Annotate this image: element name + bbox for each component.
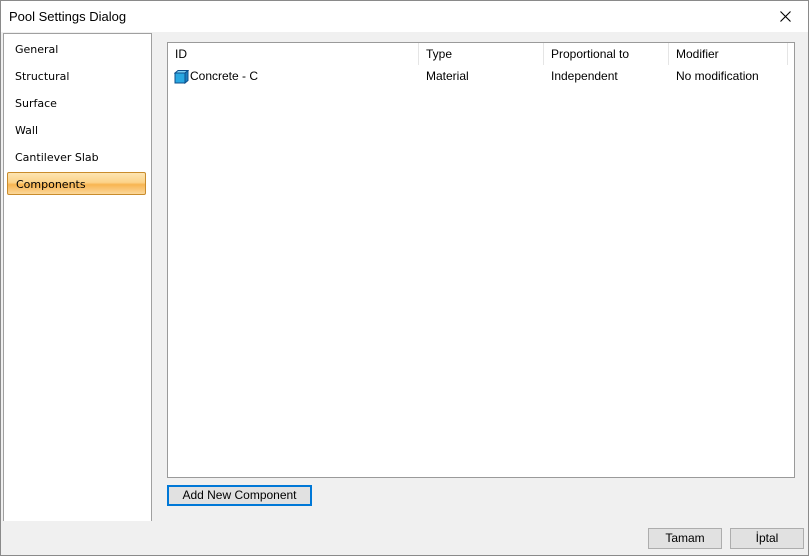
nav-item-cantilever-slab[interactable]: Cantilever Slab	[7, 146, 146, 169]
column-header-type[interactable]: Type	[419, 43, 544, 65]
components-grid[interactable]: ID Type Proportional to Modifier Concret…	[167, 42, 795, 478]
add-new-component-button[interactable]: Add New Component	[167, 485, 312, 506]
nav-item-structural[interactable]: Structural	[7, 65, 146, 88]
nav-item-surface[interactable]: Surface	[7, 92, 146, 115]
cell-type: Material	[426, 69, 469, 83]
category-list: General Structural Surface Wall Cantilev…	[3, 33, 152, 522]
close-button[interactable]	[762, 1, 808, 31]
component-id: Concrete - C	[190, 69, 259, 83]
title-bar[interactable]: Pool Settings Dialog	[1, 1, 808, 32]
nav-item-components[interactable]: Components	[7, 172, 146, 195]
window-title: Pool Settings Dialog	[9, 9, 127, 24]
ok-button[interactable]: Tamam	[648, 528, 722, 549]
nav-item-wall[interactable]: Wall	[7, 119, 146, 142]
column-header-id[interactable]: ID	[168, 43, 419, 65]
close-icon	[779, 10, 791, 22]
material-cube-icon	[174, 69, 189, 84]
dialog-window: Pool Settings Dialog General Structural …	[0, 0, 809, 556]
cancel-button[interactable]: İptal	[730, 528, 804, 549]
cell-proportional-to: Independent	[551, 69, 618, 83]
column-header-modifier[interactable]: Modifier	[669, 43, 788, 65]
nav-item-general[interactable]: General	[7, 38, 146, 61]
cell-modifier: No modification	[676, 69, 759, 83]
grid-header: ID Type Proportional to Modifier	[168, 43, 788, 65]
cell-id: Concrete - C	[168, 67, 419, 85]
button-bar: Tamam İptal	[1, 521, 808, 555]
table-row[interactable]: Concrete - C Material Independent No mod…	[168, 67, 788, 85]
column-header-proportional-to[interactable]: Proportional to	[544, 43, 669, 65]
